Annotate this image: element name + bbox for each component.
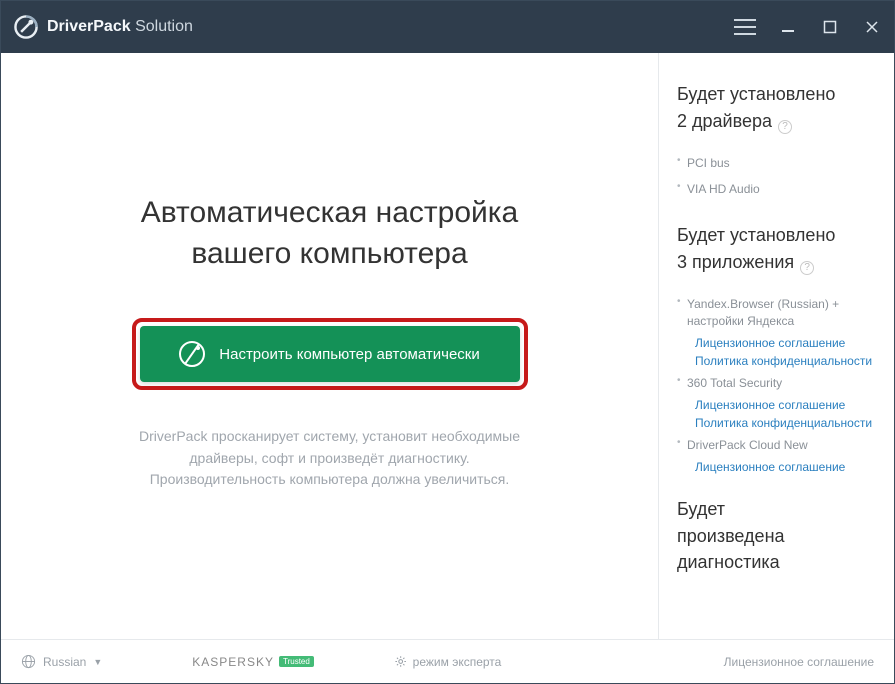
license-link[interactable]: Лицензионное соглашение (677, 458, 878, 476)
page-title: Автоматическая настройка вашего компьюте… (141, 193, 518, 274)
auto-configure-button[interactable]: Настроить компьютер автоматически (140, 326, 520, 382)
apps-section: Будет установлено 3 приложения ? Yandex.… (677, 224, 878, 476)
help-icon[interactable]: ? (800, 261, 814, 275)
footer-bar: Russian ▼ KASPERSKY Trusted режим экспер… (1, 639, 894, 683)
driver-item: PCI bus (677, 150, 878, 176)
license-link[interactable]: Лицензионное соглашение (677, 334, 878, 352)
app-logo: DriverPack Solution (13, 14, 193, 40)
minimize-button[interactable] (778, 17, 798, 37)
desc-line3: Производительность компьютера должна уве… (139, 469, 520, 491)
app-name-bold: DriverPack (47, 18, 131, 35)
diag-heading-l2: произведена (677, 525, 878, 548)
maximize-button[interactable] (820, 17, 840, 37)
kaspersky-text: KASPERSKY (192, 655, 274, 669)
gear-icon (394, 655, 407, 668)
drivers-heading-l1: Будет установлено (677, 83, 878, 106)
drivers-heading-l2: 2 драйвера (677, 110, 772, 133)
help-icon[interactable]: ? (778, 120, 792, 134)
app-name: DriverPack Solution (47, 18, 193, 36)
footer-license-link[interactable]: Лицензионное соглашение (724, 655, 874, 669)
expert-label: режим эксперта (413, 655, 502, 669)
drivers-section: Будет установлено 2 драйвера ? PCI bus V… (677, 83, 878, 202)
trusted-badge: Trusted (279, 656, 314, 667)
apps-heading-l1: Будет установлено (677, 224, 878, 247)
close-button[interactable] (862, 17, 882, 37)
privacy-link[interactable]: Политика конфиденциальности (677, 414, 878, 432)
app-item: 360 Total Security (677, 370, 878, 396)
globe-icon (21, 654, 36, 669)
headline-line2: вашего компьютера (141, 234, 518, 275)
main-panel: Автоматическая настройка вашего компьюте… (1, 53, 658, 639)
menu-button[interactable] (734, 19, 756, 35)
description-text: DriverPack просканирует систему, установ… (139, 426, 520, 491)
kaspersky-badge: KASPERSKY Trusted (192, 655, 314, 669)
desc-line2: драйверы, софт и произведёт диагностику. (139, 448, 520, 470)
compass-icon (179, 341, 205, 367)
headline-line1: Автоматическая настройка (141, 193, 518, 234)
app-item: DriverPack Cloud New (677, 432, 878, 458)
language-label: Russian (43, 655, 86, 669)
chevron-down-icon: ▼ (93, 657, 102, 667)
privacy-link[interactable]: Политика конфиденциальности (677, 352, 878, 370)
diag-heading-l1: Будет (677, 498, 878, 521)
app-name-thin: Solution (135, 18, 193, 35)
apps-heading-l2: 3 приложения (677, 251, 794, 274)
license-link[interactable]: Лицензионное соглашение (677, 396, 878, 414)
driverpack-logo-icon (13, 14, 39, 40)
language-selector[interactable]: Russian ▼ (21, 654, 102, 669)
app-item: Yandex.Browser (Russian) + настройки Янд… (677, 291, 878, 333)
driver-item: VIA HD Audio (677, 176, 878, 202)
diagnostics-section: Будет произведена диагностика (677, 498, 878, 574)
diag-heading-l3: диагностика (677, 551, 878, 574)
title-bar: DriverPack Solution (1, 1, 894, 53)
cta-label: Настроить компьютер автоматически (219, 346, 479, 363)
cta-highlight: Настроить компьютер автоматически (132, 318, 528, 390)
desc-line1: DriverPack просканирует систему, установ… (139, 426, 520, 448)
side-panel: Будет установлено 2 драйвера ? PCI bus V… (658, 53, 894, 639)
expert-mode-button[interactable]: режим эксперта (394, 655, 502, 669)
